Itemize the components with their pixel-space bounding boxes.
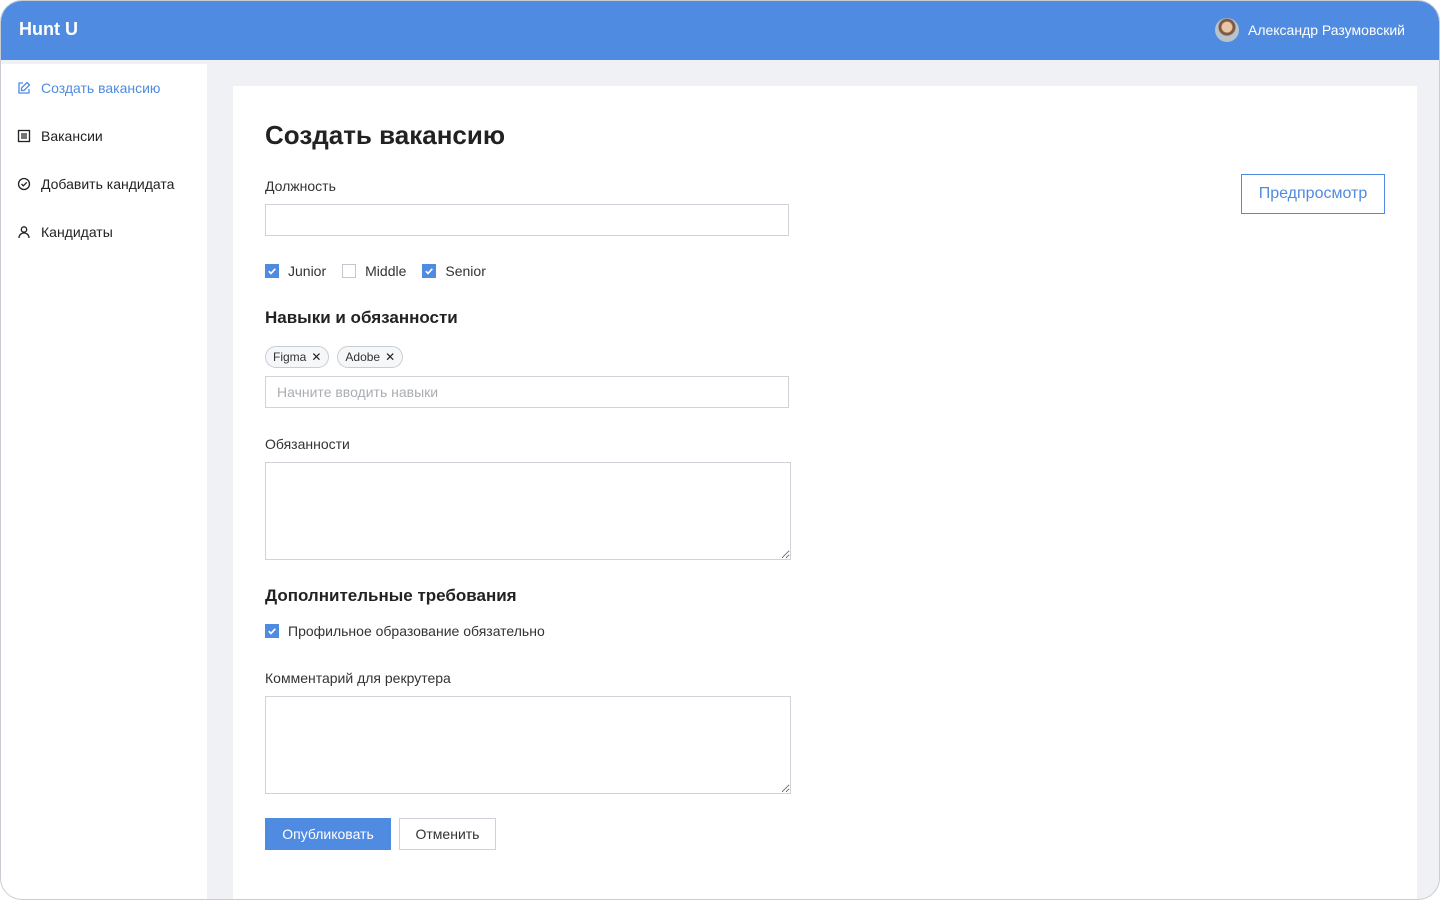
edit-icon [18,81,31,94]
extra-requirements-heading: Дополнительные требования [265,586,517,605]
sidebar-item-vacancies[interactable]: Вакансии [17,128,103,144]
sidebar-item-label: Кандидаты [41,224,113,240]
skills-input[interactable] [265,376,789,408]
position-label: Должность [265,178,336,194]
cancel-button[interactable]: Отменить [399,818,496,850]
user-menu[interactable]: Александр Разумовский [1214,18,1405,42]
middle-checkbox[interactable]: Middle [342,263,406,279]
vacancy-form-card: Создать вакансию Должность Junior Middle… [233,86,1417,899]
app-logo[interactable]: Hunt U [19,19,78,40]
sidebar-item-label: Создать вакансию [41,80,161,96]
position-input[interactable] [265,204,789,236]
checkbox-box[interactable] [265,264,279,278]
skill-tag-label: Adobe [345,350,381,364]
checkbox-label[interactable]: Senior [445,263,485,279]
user-icon [18,226,30,239]
sidebar-item-label: Вакансии [41,128,103,144]
check-circle-icon [17,177,31,191]
checkbox-label[interactable]: Профильное образование обязательно [288,623,545,639]
checkbox-box[interactable] [265,624,279,638]
close-icon[interactable]: ✕ [385,350,395,364]
sidebar-item-create-vacancy[interactable]: Создать вакансию [17,80,160,96]
preview-button[interactable]: Предпросмотр [1241,174,1385,214]
skill-tag: Adobe ✕ [337,346,404,368]
skill-tag-label: Figma [273,350,307,364]
comment-textarea[interactable] [265,696,791,794]
comment-label: Комментарий для рекрутера [265,670,451,686]
sidebar: Создать вакансию Вакансии Добавить канди… [1,64,207,899]
publish-button[interactable]: Опубликовать [265,818,391,850]
checkmark-icon [268,628,276,635]
checkmark-icon [425,268,434,275]
skill-tags: Figma ✕ Adobe ✕ [265,346,404,368]
education-checkbox[interactable]: Профильное образование обязательно [265,623,545,639]
checkmark-icon [268,268,276,275]
avatar[interactable] [1214,18,1239,42]
duties-textarea[interactable] [265,462,791,560]
checkbox-label[interactable]: Middle [365,263,406,279]
sidebar-item-label: Добавить кандидата [41,176,175,192]
checkbox-label[interactable]: Junior [288,263,326,279]
checkbox-box[interactable] [422,264,437,278]
sidebar-item-candidates[interactable]: Кандидаты [17,224,113,240]
junior-checkbox[interactable]: Junior [265,263,326,279]
list-icon [17,129,31,143]
checkbox-box[interactable] [342,264,357,278]
duties-label: Обязанности [265,436,350,452]
level-checkboxes: Junior Middle Senior [265,263,486,279]
page-title: Создать вакансию [265,120,506,150]
skill-tag: Figma ✕ [265,346,330,368]
sidebar-item-add-candidate[interactable]: Добавить кандидата [17,176,174,192]
top-bar: Hunt U Александр Разумовский [1,1,1439,60]
app-window: Hunt U Александр Разумовский Создать вак… [0,0,1440,900]
skills-heading: Навыки и обязанности [265,308,458,327]
user-name[interactable]: Александр Разумовский [1248,22,1405,38]
senior-checkbox[interactable]: Senior [422,263,486,279]
close-icon[interactable]: ✕ [311,350,321,364]
